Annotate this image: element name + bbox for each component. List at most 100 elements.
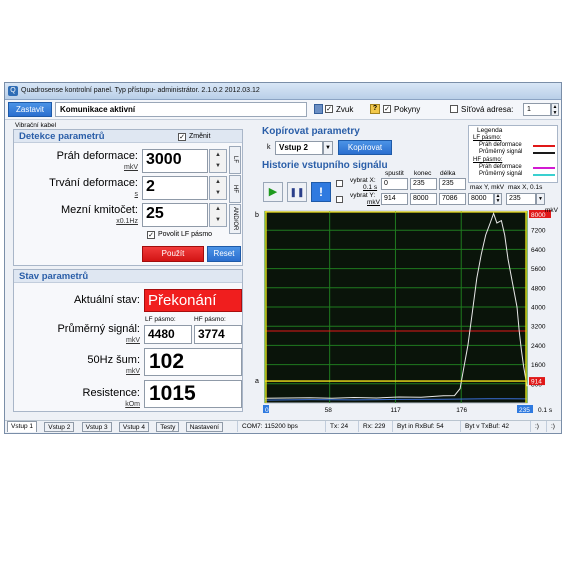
- change-label: Změnit: [189, 133, 211, 140]
- x-length-input[interactable]: 235: [439, 178, 466, 190]
- help-icon: ?: [370, 104, 380, 114]
- app-icon: Q: [8, 86, 18, 96]
- network-address-label: Síťová adresa:: [461, 105, 514, 114]
- communication-status: Komunikace aktivní: [55, 102, 307, 117]
- sound-checkbox[interactable]: ✓: [325, 105, 333, 113]
- y-axis-unit: mkV: [545, 207, 559, 214]
- x-end-input[interactable]: 235: [410, 178, 437, 190]
- noise-unit: mkV: [126, 368, 140, 375]
- threshold-unit: mkV: [124, 164, 138, 171]
- select-y-checkbox[interactable]: [336, 196, 343, 203]
- hf-band-value: 3774: [194, 325, 242, 344]
- x-tick-label: 0: [265, 407, 269, 414]
- max-y-spinner[interactable]: ▲ ▼: [494, 193, 502, 205]
- lf-band-label: LF pásmo:: [145, 316, 176, 323]
- signal-history-chart: 8000720064005600480040003200240016008009…: [255, 207, 559, 414]
- legend-hf-avg-line: [533, 174, 555, 176]
- legend-hf-band: HF pásmo:: [473, 157, 503, 163]
- apply-button[interactable]: Použít: [142, 246, 204, 262]
- legend-hf-threshold-line: [533, 167, 555, 169]
- stop-button[interactable]: Zastavit: [8, 102, 52, 117]
- copy-title: Kopírovat parametry: [262, 126, 360, 137]
- sound-icon: [314, 104, 323, 114]
- max-x-dropdown-icon[interactable]: ▼: [536, 193, 545, 205]
- chevron-down-icon[interactable]: ▼: [323, 141, 333, 155]
- noise-label: 50Hz šum:: [87, 354, 140, 366]
- rx-count: Rx: 229: [358, 421, 385, 432]
- tab-input-2[interactable]: Vstup 2: [44, 422, 75, 432]
- x-tick-label: 117: [390, 407, 401, 414]
- x-tick-labels: 0 58 117 176 235: [263, 405, 533, 414]
- sound-label: Zvuk: [336, 105, 354, 114]
- tab-input-6[interactable]: Nastavení: [185, 422, 223, 432]
- noise-value: 102: [144, 348, 242, 376]
- rx-buffer: Byt in RxBuf: 54: [392, 421, 444, 432]
- instructions-checkbox[interactable]: ✓: [383, 105, 391, 113]
- tab-input-1[interactable]: Vstup 1: [7, 421, 38, 432]
- pause-icon[interactable]: ❚❚: [287, 182, 307, 202]
- y-tick-label: 4800: [531, 285, 546, 292]
- status-indicator-2: :): [546, 421, 555, 432]
- legend-panel: Legenda LF pásmo: Práh deformace Průměrn…: [468, 125, 558, 183]
- state-panel: Stav parametrů Aktuální stav: Překonání …: [13, 269, 243, 412]
- title-bar: Q Quadrosense kontrolní panel. Typ příst…: [5, 83, 561, 100]
- cutoff-input[interactable]: 25: [142, 203, 208, 227]
- tab-caption: Vibrační kabel: [15, 122, 57, 129]
- current-state-value: Překonání: [144, 289, 242, 312]
- y-tick-label: 2400: [531, 343, 546, 350]
- change-checkbox[interactable]: ✓: [178, 133, 186, 141]
- tab-lf[interactable]: LF: [229, 146, 241, 174]
- y-start-input[interactable]: 914: [381, 193, 408, 205]
- cutoff-unit: x0.1Hz: [116, 218, 138, 225]
- threshold-input[interactable]: 3000: [142, 149, 208, 173]
- marker-a-label: a: [255, 378, 259, 385]
- network-address-input[interactable]: 1: [523, 103, 551, 116]
- x-tick-label: 235: [519, 407, 530, 414]
- alert-icon[interactable]: !: [311, 182, 331, 202]
- legend-lf-avg-line: [533, 152, 555, 154]
- legend-lf-band: LF pásmo:: [473, 135, 502, 141]
- network-address-checkbox[interactable]: [450, 105, 458, 113]
- lf-band-value: 4480: [144, 325, 192, 344]
- copy-source-select[interactable]: Vstup 2: [275, 141, 323, 155]
- avg-signal-label: Průměrný signál:: [57, 323, 140, 335]
- select-x-label: vybrat X:: [350, 177, 376, 184]
- duration-spinner[interactable]: ▲ ▼: [209, 176, 227, 200]
- y-end-input[interactable]: 8000: [410, 193, 437, 205]
- cutoff-spinner[interactable]: ▲ ▼: [209, 203, 227, 227]
- max-x-label: max X, 0.1s: [508, 184, 543, 191]
- duration-unit: s: [134, 191, 139, 198]
- tab-and-or[interactable]: AND/OR: [229, 204, 241, 234]
- network-address-spinner[interactable]: ▲ ▼: [551, 103, 559, 116]
- select-x-checkbox[interactable]: [336, 180, 343, 187]
- window-title: Quadrosense kontrolní panel. Typ přístup…: [21, 87, 260, 94]
- select-x-unit: 0.1 s: [363, 184, 378, 191]
- duration-input[interactable]: 2: [142, 176, 208, 200]
- tab-hf[interactable]: HF: [229, 175, 241, 203]
- tab-input-4[interactable]: Vstup 4: [118, 422, 149, 432]
- end-label: konec: [414, 170, 432, 177]
- y-tick-label: 4000: [531, 305, 546, 312]
- max-x-select[interactable]: 235: [506, 193, 536, 205]
- max-y-input[interactable]: 8000: [468, 193, 494, 205]
- allow-lf-checkbox[interactable]: ✓: [147, 231, 155, 239]
- marker-b-label: b: [255, 212, 259, 219]
- threshold-spinner[interactable]: ▲ ▼: [209, 149, 227, 173]
- select-y-label: vybrat Y:: [350, 192, 376, 199]
- copy-button[interactable]: Kopírovat: [338, 140, 392, 155]
- resistance-label: Resistence:: [82, 387, 140, 399]
- com-status: COM7: 115200 bps: [237, 421, 298, 432]
- tab-input-5[interactable]: Testy: [156, 422, 180, 432]
- threshold-label: Práh deformace:: [56, 150, 138, 162]
- x-start-input[interactable]: 0: [381, 178, 408, 190]
- legend-lf-avg: Průměrný signál: [479, 149, 523, 155]
- play-icon[interactable]: ▶: [263, 182, 283, 202]
- avg-signal-unit: mkV: [126, 337, 140, 344]
- start-label: spustit: [385, 170, 404, 177]
- y-length-input[interactable]: 7086: [439, 193, 466, 205]
- y-tick-labels: 8000720064005600480040003200240016008009…: [529, 210, 551, 388]
- hf-band-label: HF pásmo:: [194, 316, 226, 323]
- tab-input-3[interactable]: Vstup 3: [81, 422, 112, 432]
- x-tick-label: 58: [325, 407, 333, 414]
- reset-button[interactable]: Reset: [207, 246, 241, 262]
